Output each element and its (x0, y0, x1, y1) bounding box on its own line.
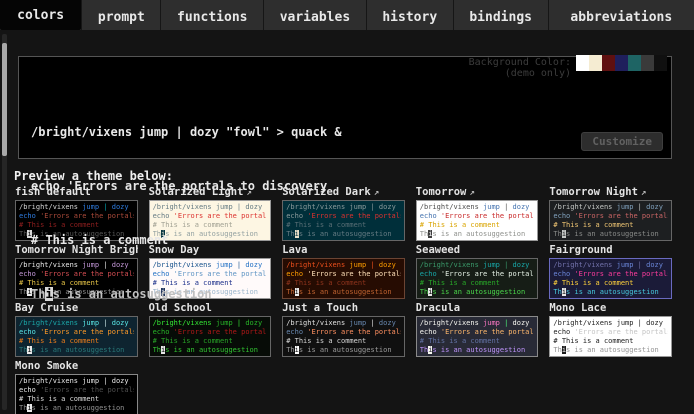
theme-sample-line: /bright/vixens jump | dozy "fowl" > quac… (19, 377, 134, 386)
terminal-text-segment: 'Errors are the portals to discovery (40, 386, 134, 394)
terminal-text-segment: Th (286, 346, 294, 354)
tab-colors[interactable]: colors (0, 0, 81, 30)
left-scrollbar[interactable] (2, 34, 7, 410)
terminal-text-segment: Th (553, 346, 561, 354)
terminal-cursor: i (45, 287, 52, 301)
bg-swatch-dark-red[interactable] (602, 55, 615, 71)
terminal-text-segment: s is an autosuggestion (165, 346, 258, 354)
tab-variables[interactable]: variables (263, 0, 366, 30)
bg-swatch-black[interactable] (654, 55, 667, 71)
terminal-line-autosuggestion: This is an autosuggestion (31, 285, 671, 303)
theme-sample-line: This is an autosuggestion (19, 404, 134, 413)
terminal-text-segment: Th (420, 346, 428, 354)
theme-card-mono-smoke[interactable]: /bright/vixens jump | dozy "fowl" > quac… (15, 374, 138, 414)
terminal-text-segment: dozy (112, 377, 133, 385)
theme-sample-line: # This is a comment (19, 395, 134, 404)
theme-cell: Mono Smoke/bright/vixens jump | dozy "fo… (15, 360, 138, 414)
tab-bar: colorspromptfunctionsvariableshistorybin… (0, 0, 694, 30)
terminal-text-segment: s is an autosuggestion (32, 346, 125, 354)
terminal-line-command: /bright/vixens jump | dozy "fowl" > quac… (31, 123, 671, 141)
background-swatches (576, 55, 667, 71)
scrollbar-thumb[interactable] (2, 43, 7, 156)
terminal-text-segment: s is an autosuggestion (32, 404, 125, 412)
background-color-picker: Background Color: (demo only) (469, 55, 667, 79)
customize-button[interactable]: Customize (581, 132, 663, 151)
bg-swatch-dark-gray[interactable] (641, 55, 654, 71)
terminal-sample-text: /bright/vixens jump | dozy "fowl" > quac… (31, 87, 671, 339)
theme-title-mono-smoke[interactable]: Mono Smoke (15, 360, 138, 372)
tab-bindings[interactable]: bindings (453, 0, 548, 30)
terminal-text-segment: s is an autosuggestion (566, 346, 659, 354)
background-color-label-text: Background Color: (469, 57, 571, 68)
terminal-text-segment: "fowl" > quack & (133, 377, 134, 385)
bg-swatch-navy[interactable] (615, 55, 628, 71)
tab-history[interactable]: history (366, 0, 453, 30)
bg-swatch-teal[interactable] (628, 55, 641, 71)
terminal-line-error: echo 'Errors are the portals to discover… (31, 177, 671, 195)
terminal-text-segment: # This is a comment (19, 395, 99, 403)
terminal-text-segment: Th (31, 287, 45, 301)
terminal-text-segment: | (99, 377, 112, 385)
terminal-preview: Background Color: (demo only) /bright/vi… (18, 56, 672, 159)
terminal-text-segment: echo (19, 386, 40, 394)
tab-prompt[interactable]: prompt (81, 0, 160, 30)
tab-functions[interactable]: functions (160, 0, 263, 30)
demo-only-label: (demo only) (469, 68, 571, 79)
terminal-text-segment: /bright/vixens (19, 377, 82, 385)
terminal-text-segment: s is an autosuggestion (432, 346, 525, 354)
theme-sample-line: This is an autosuggestion (286, 346, 401, 355)
terminal-text-segment: s is an autosuggestion (53, 287, 212, 301)
theme-sample-line: This is an autosuggestion (553, 346, 668, 355)
terminal-text-segment: Th (153, 346, 161, 354)
theme-sample-line: This is an autosuggestion (420, 346, 535, 355)
terminal-text-segment: jump (82, 377, 99, 385)
background-color-label: Background Color: (demo only) (469, 57, 571, 79)
bg-swatch-white[interactable] (576, 55, 589, 71)
bg-swatch-ivory[interactable] (589, 55, 602, 71)
tab-abbreviations[interactable]: abbreviations (548, 0, 694, 30)
theme-sample-line: echo 'Errors are the portals to discover… (19, 386, 134, 395)
terminal-text-segment: s is an autosuggestion (299, 346, 392, 354)
theme-sample-line: This is an autosuggestion (153, 346, 268, 355)
theme-sample-line: This is an autosuggestion (19, 346, 134, 355)
terminal-line-comment: # This is a comment (31, 231, 671, 249)
